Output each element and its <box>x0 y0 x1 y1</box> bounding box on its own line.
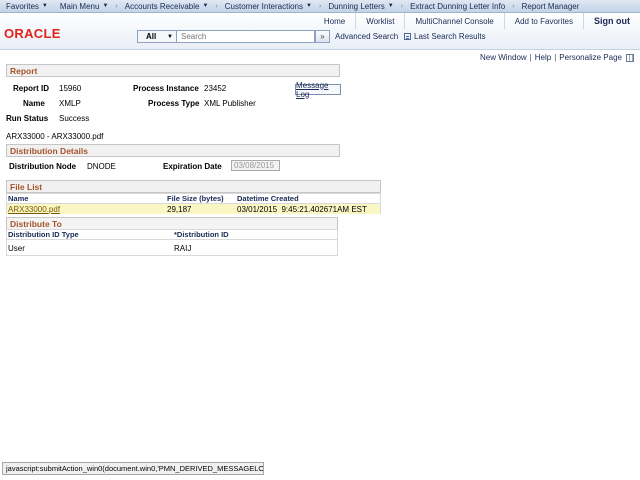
column-header-distribution-id: *Distribution ID <box>174 230 229 239</box>
file-name-link[interactable]: ARX33000.pdf <box>8 205 60 214</box>
nav-label: Customer Interactions <box>224 1 304 11</box>
name-value: XMLP <box>59 99 81 108</box>
oracle-logo: ORACLE <box>4 26 61 41</box>
report-id-label: Report ID <box>13 84 49 93</box>
chevron-down-icon: ▼ <box>387 3 394 9</box>
grid-icon[interactable] <box>626 53 634 62</box>
file-list-column-headers: Name File Size (bytes) Datetime Created <box>7 194 380 204</box>
distribution-details-header: Distribution Details <box>6 144 340 157</box>
column-header-name: Name <box>8 194 29 203</box>
nav-customer-interactions[interactable]: Customer Interactions ▼ <box>219 0 318 12</box>
nav-label: Extract Dunning Letter Info <box>410 1 506 11</box>
process-instance-value: 23452 <box>204 84 227 93</box>
file-list-grid: Name File Size (bytes) Datetime Created … <box>6 193 381 214</box>
multichannel-console-link[interactable]: MultiChannel Console <box>404 13 503 29</box>
process-instance-label: Process Instance <box>133 84 199 93</box>
nav-favorites[interactable]: Favorites ▼ <box>0 0 54 12</box>
new-window-link[interactable]: New Window <box>480 53 527 62</box>
expiration-date-field: 03/08/2015 <box>231 160 280 171</box>
page-links: New Window | Help | Personalize Page <box>480 53 634 62</box>
list-icon <box>404 33 411 40</box>
run-status-label: Run Status <box>6 114 49 123</box>
search-input[interactable] <box>177 30 315 43</box>
browser-status-bar: javascript:submitAction_win0(document.wi… <box>2 462 264 475</box>
search-go-button[interactable]: » <box>315 30 330 43</box>
worklist-link[interactable]: Worklist <box>355 13 404 29</box>
search-scope-select[interactable]: All ▼ <box>137 30 177 43</box>
nav-dunning-letters[interactable]: Dunning Letters ▼ <box>322 0 399 12</box>
distribute-to-column-headers: Distribution ID Type *Distribution ID <box>7 230 337 240</box>
message-log-button[interactable]: Message Log <box>295 81 341 99</box>
chevron-down-icon: ▼ <box>202 3 209 9</box>
link-separator: | <box>554 53 557 62</box>
chevron-down-icon: ▼ <box>167 33 173 40</box>
help-link[interactable]: Help <box>535 53 551 62</box>
datetime-created-value: 03/01/2015 9:45:21.402671AM EST <box>237 204 367 214</box>
table-row: User RAIJ <box>7 243 337 253</box>
nav-report-manager[interactable]: Report Manager <box>516 0 586 12</box>
report-id-value: 15960 <box>59 84 82 93</box>
nav-main-menu[interactable]: Main Menu ▼ <box>54 0 115 12</box>
distribution-id-type-value: User <box>8 243 25 253</box>
run-status-value: Success <box>59 114 90 123</box>
search-scope-value: All <box>146 32 157 41</box>
process-type-value: XML Publisher <box>204 99 256 108</box>
distribution-node-label: Distribution Node <box>9 162 77 171</box>
nav-accounts-receivable[interactable]: Accounts Receivable ▼ <box>119 0 215 12</box>
name-label: Name <box>23 99 45 108</box>
distribution-node-value: DNODE <box>87 162 116 171</box>
column-header-datetime-created: Datetime Created <box>237 194 299 203</box>
nav-extract-dunning-letter-info[interactable]: Extract Dunning Letter Info <box>404 0 511 12</box>
file-list-header: File List <box>6 180 381 193</box>
report-section-header: Report <box>6 64 340 77</box>
home-link[interactable]: Home <box>314 13 355 29</box>
nav-label: Favorites <box>6 1 39 11</box>
chevron-down-icon: ▼ <box>102 3 109 9</box>
report-file-title: ARX33000 - ARX33000.pdf <box>6 132 104 141</box>
expiration-date-label: Expiration Date <box>163 162 222 171</box>
column-header-file-size: File Size (bytes) <box>167 194 224 203</box>
advanced-search-link[interactable]: Advanced Search <box>335 32 398 41</box>
table-row: ARX33000.pdf 29,187 03/01/2015 9:45:21.4… <box>7 204 380 214</box>
nav-label: Main Menu <box>59 1 100 11</box>
nav-label: Report Manager <box>521 1 580 11</box>
personalize-page-link[interactable]: Personalize Page <box>559 53 622 62</box>
process-type-label: Process Type <box>148 99 200 108</box>
nav-label: Dunning Letters <box>328 1 385 11</box>
nav-label: Accounts Receivable <box>124 1 200 11</box>
header-links: Home Worklist MultiChannel Console Add t… <box>314 13 640 29</box>
chevron-down-icon: ▼ <box>306 3 312 9</box>
sign-out-link[interactable]: Sign out <box>583 13 640 29</box>
top-nav-bar: Favorites ▼ Main Menu ▼ › Accounts Receiva… <box>0 0 640 13</box>
distribution-id-value: RAIJ <box>174 243 192 253</box>
last-search-results-label: Last Search Results <box>414 32 486 41</box>
chevron-down-icon: ▼ <box>41 3 48 9</box>
link-separator: | <box>529 53 532 62</box>
column-header-distribution-id-type: Distribution ID Type <box>8 230 79 239</box>
distribute-to-grid: Distribution ID Type *Distribution ID Us… <box>6 229 338 256</box>
last-search-results-link[interactable]: Last Search Results <box>404 32 486 41</box>
double-chevron-right-icon: » <box>320 32 325 41</box>
add-to-favorites-link[interactable]: Add to Favorites <box>503 13 583 29</box>
file-size-value: 29,187 <box>167 204 192 214</box>
